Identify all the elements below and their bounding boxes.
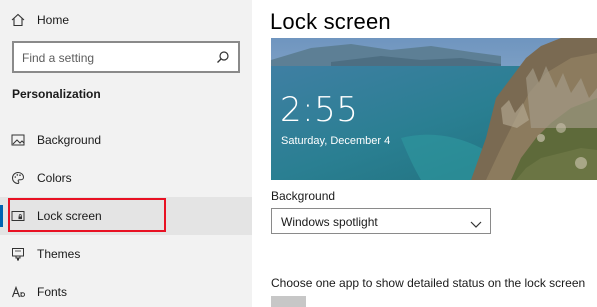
sidebar-item-label: Background <box>37 133 102 147</box>
background-setting-label: Background <box>271 189 336 203</box>
settings-sidebar: Home Find a setting Personalization Back… <box>0 0 252 307</box>
home-icon <box>10 12 26 28</box>
sidebar-item-label: Fonts <box>37 285 68 299</box>
lock-screen-preview: 2:55 Saturday, December 4 <box>271 38 597 180</box>
picture-icon <box>10 132 26 148</box>
preview-date: Saturday, December 4 <box>281 135 391 147</box>
search-input[interactable]: Find a setting <box>12 41 240 73</box>
background-dropdown[interactable]: Windows spotlight <box>271 208 491 234</box>
brush-icon <box>10 246 26 262</box>
palette-icon <box>10 170 26 186</box>
font-icon <box>10 284 26 300</box>
detailed-status-app-button[interactable] <box>271 296 306 307</box>
selection-highlight-box <box>8 198 166 232</box>
sidebar-item-label: Home <box>37 13 70 27</box>
sidebar-item-background[interactable]: Background <box>0 121 252 159</box>
sidebar-item-label: Colors <box>37 171 72 185</box>
background-dropdown-value: Windows spotlight <box>281 215 378 229</box>
chevron-down-icon <box>470 216 482 228</box>
section-title: Personalization <box>12 87 101 101</box>
sidebar-item-label: Themes <box>37 247 81 261</box>
search-icon <box>216 50 230 64</box>
sidebar-item-themes[interactable]: Themes <box>0 235 252 273</box>
detailed-status-label: Choose one app to show detailed status o… <box>271 276 586 290</box>
page-title: Lock screen <box>270 9 391 34</box>
sidebar-item-colors[interactable]: Colors <box>0 159 252 197</box>
search-placeholder: Find a setting <box>22 51 95 65</box>
sidebar-item-fonts[interactable]: Fonts <box>0 273 252 307</box>
sidebar-item-home[interactable]: Home <box>0 1 252 39</box>
preview-time: 2:55 <box>280 90 359 130</box>
